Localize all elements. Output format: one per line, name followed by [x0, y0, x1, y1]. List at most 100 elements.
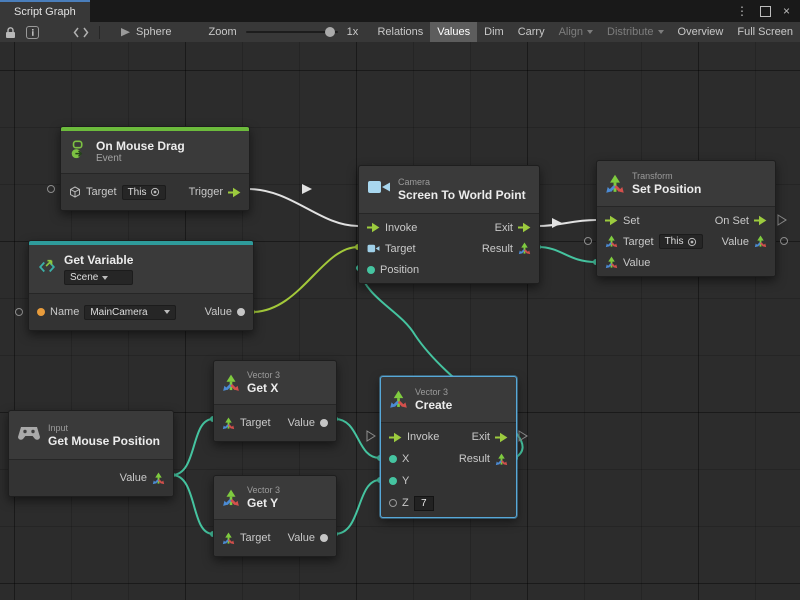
vector3-icon: [222, 489, 240, 507]
node-category: Vector 3: [415, 387, 452, 398]
control-port-icon[interactable]: [754, 215, 767, 226]
lock-icon[interactable]: [0, 22, 21, 42]
values-label: Values: [437, 26, 470, 38]
float-port-icon[interactable]: [389, 455, 397, 463]
port-label-value: Value: [288, 417, 315, 429]
node-get-x[interactable]: Vector 3 Get X Target Value: [213, 360, 337, 442]
camera-port-icon[interactable]: [367, 243, 380, 254]
align-button[interactable]: Align: [552, 22, 600, 42]
value-port-icon[interactable]: [237, 308, 245, 316]
float-port-icon[interactable]: [389, 499, 397, 507]
node-header[interactable]: Camera Screen To World Point: [359, 166, 539, 213]
dim-button[interactable]: Dim: [477, 22, 511, 42]
node-title: Get Mouse Position: [48, 434, 160, 448]
distribute-button[interactable]: Distribute: [600, 22, 670, 42]
vector3-icon: [222, 374, 240, 392]
tab-script-graph[interactable]: Script Graph: [0, 0, 90, 22]
port-label-target: Target: [240, 417, 271, 429]
overview-label: Overview: [678, 26, 724, 38]
port-label-value: Value: [205, 306, 232, 318]
carry-button[interactable]: Carry: [511, 22, 552, 42]
values-button[interactable]: Values: [430, 22, 477, 42]
chevron-down-icon: [587, 30, 593, 34]
vector3-port-icon[interactable]: [518, 242, 531, 255]
node-body: Set On Set Target This Value Value: [597, 206, 775, 276]
graph-toolbar: Sphere Zoom 1x Relations Values Dim Carr…: [0, 22, 800, 43]
graph-owner-button[interactable]: Sphere: [113, 22, 178, 42]
fullscreen-label: Full Screen: [737, 26, 793, 38]
float-port-icon[interactable]: [320, 534, 328, 542]
menu-icon[interactable]: ⋮: [736, 5, 748, 17]
control-port-icon[interactable]: [495, 432, 508, 443]
node-header[interactable]: Transform Set Position: [597, 161, 775, 206]
gameobject-port-icon[interactable]: [69, 186, 81, 198]
variable-kind-dropdown[interactable]: Scene: [64, 270, 133, 285]
node-body: Invoke Exit Target Result Position: [359, 213, 539, 283]
relations-button[interactable]: Relations: [370, 22, 430, 42]
string-port-icon[interactable]: [37, 308, 45, 316]
vector3-port-icon[interactable]: [222, 532, 235, 545]
this-chip[interactable]: This: [659, 234, 704, 249]
node-header[interactable]: Vector 3 Get X: [214, 361, 336, 404]
control-port-icon[interactable]: [389, 432, 402, 443]
node-get-y[interactable]: Vector 3 Get Y Target Value: [213, 475, 337, 557]
node-category: Input: [48, 423, 160, 434]
vector3-port-icon[interactable]: [222, 417, 235, 430]
variable-name-dropdown[interactable]: MainCamera: [84, 305, 176, 320]
zoom-slider-knob[interactable]: [325, 27, 335, 37]
vector3-value-port-icon[interactable]: [367, 266, 375, 274]
align-label: Align: [559, 26, 583, 38]
node-body: Target Value: [214, 519, 336, 556]
zoom-label: Zoom: [208, 26, 236, 38]
node-header[interactable]: Vector 3 Create: [381, 377, 516, 422]
scope-picker-icon[interactable]: [687, 237, 697, 247]
dim-label: Dim: [484, 26, 504, 38]
vector3-port-icon[interactable]: [152, 472, 165, 485]
node-get-mouse-position[interactable]: Input Get Mouse Position Value: [8, 410, 174, 497]
node-body: Value: [9, 459, 173, 496]
node-header[interactable]: Vector 3 Get Y: [214, 476, 336, 519]
control-port-icon[interactable]: [228, 187, 241, 198]
graph-owner-label: Sphere: [136, 26, 171, 38]
info-icon[interactable]: [21, 22, 44, 42]
port-label-x: X: [402, 453, 409, 465]
vector3-port-icon[interactable]: [754, 235, 767, 248]
float-port-icon[interactable]: [320, 419, 328, 427]
node-header[interactable]: On Mouse Drag Event: [61, 131, 249, 173]
scope-picker-icon[interactable]: [150, 187, 160, 197]
float-port-icon[interactable]: [389, 477, 397, 485]
port-label-invoke: Invoke: [385, 222, 417, 234]
control-port-icon[interactable]: [518, 222, 531, 233]
port-label-on-set: On Set: [715, 215, 749, 227]
this-chip-label: This: [128, 187, 147, 198]
port-label-invoke: Invoke: [407, 431, 439, 443]
port-label-value: Value: [288, 532, 315, 544]
node-header[interactable]: Get Variable Scene: [29, 245, 253, 293]
node-vector3-create[interactable]: Vector 3 Create Invoke Exit X Result Y Z: [380, 376, 517, 518]
control-port-icon[interactable]: [367, 222, 380, 233]
port-label-value-in: Value: [623, 257, 650, 269]
node-on-mouse-drag[interactable]: On Mouse Drag Event Target This Trigger: [60, 126, 250, 211]
control-port-icon[interactable]: [605, 215, 618, 226]
script-graph-window: Script Graph ⋮ × Sphere Zoom 1x: [0, 0, 800, 600]
vector3-port-icon[interactable]: [605, 256, 618, 269]
zoom-slider[interactable]: [246, 31, 338, 33]
node-set-position[interactable]: Transform Set Position Set On Set Target…: [596, 160, 776, 277]
node-screen-to-world-point[interactable]: Camera Screen To World Point Invoke Exit…: [358, 165, 540, 284]
close-icon[interactable]: ×: [783, 5, 790, 17]
port-label-position: Position: [380, 264, 419, 276]
z-value-field[interactable]: [414, 496, 434, 511]
node-header[interactable]: Input Get Mouse Position: [9, 411, 173, 459]
transform-port-icon[interactable]: [605, 235, 618, 248]
fullscreen-button[interactable]: Full Screen: [730, 22, 800, 42]
this-chip[interactable]: This: [122, 185, 167, 200]
code-icon[interactable]: [68, 22, 94, 42]
port-label-set: Set: [623, 215, 640, 227]
zoom-value: 1x: [347, 26, 359, 38]
variable-name-value: MainCamera: [90, 307, 147, 318]
vector3-port-icon[interactable]: [495, 453, 508, 466]
title-bar: Script Graph ⋮ ×: [0, 0, 800, 22]
overview-button[interactable]: Overview: [671, 22, 731, 42]
node-get-variable[interactable]: Get Variable Scene Name MainCamera: [28, 240, 254, 331]
maximize-icon[interactable]: [760, 6, 771, 17]
